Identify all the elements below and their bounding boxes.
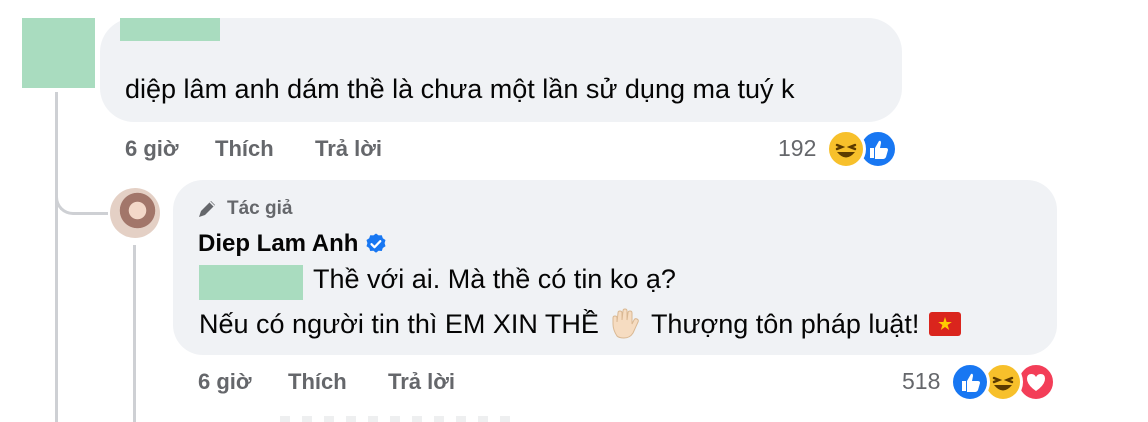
thread-line-main — [55, 92, 58, 422]
comment-time[interactable]: 6 giờ — [125, 136, 179, 162]
like-button[interactable]: Thích — [215, 136, 274, 162]
reply-time[interactable]: 6 giờ — [198, 369, 252, 395]
author-row: Diep Lam Anh — [198, 230, 388, 258]
like-icon — [950, 362, 990, 402]
raised-hand-emoji — [607, 308, 643, 340]
reply-reply-button[interactable]: Trả lời — [388, 369, 455, 395]
vietnam-flag-icon — [929, 312, 962, 336]
reaction-icons[interactable] — [826, 129, 906, 169]
mentioned-user-redacted[interactable] — [199, 265, 303, 300]
reply-line-1: Thề với ai. Mà thề có tin ko ạ? — [313, 264, 676, 294]
reply-line-2-text: Nếu có người tin thì EM XIN THỀ — [199, 308, 599, 339]
comment-bubble: diệp lâm anh dám thề là chưa một lần sử … — [100, 18, 902, 122]
comment-text: diệp lâm anh dám thề là chưa một lần sử … — [125, 74, 795, 104]
reply-bubble: Tác giả Diep Lam Anh Thề với ai. Mà thề … — [173, 180, 1057, 355]
reply-reaction-icons[interactable] — [950, 362, 1060, 402]
verified-badge-icon — [366, 233, 386, 253]
author-name[interactable]: Diep Lam Anh — [198, 230, 358, 258]
haha-icon — [826, 129, 866, 169]
commenter-avatar-redacted[interactable] — [22, 18, 95, 88]
reply-line-2: Nếu có người tin thì EM XIN THỀ Thượng t… — [199, 308, 962, 340]
thread-connector — [55, 170, 108, 215]
reaction-count[interactable]: 192 — [778, 135, 816, 162]
author-avatar[interactable] — [110, 188, 160, 238]
reply-like-button[interactable]: Thích — [288, 369, 347, 395]
author-badge-label: Tác giả — [227, 198, 293, 219]
reply-reaction-count[interactable]: 518 — [902, 368, 940, 395]
reply-line-2-after: Thượng tôn pháp luật! — [650, 308, 920, 339]
thread-line-reply — [133, 245, 136, 422]
author-badge[interactable]: Tác giả — [195, 195, 292, 223]
next-comment-cutoff — [280, 416, 520, 422]
reply-button[interactable]: Trả lời — [315, 136, 382, 162]
pen-icon — [199, 201, 215, 217]
commenter-name-redacted[interactable] — [120, 18, 220, 41]
